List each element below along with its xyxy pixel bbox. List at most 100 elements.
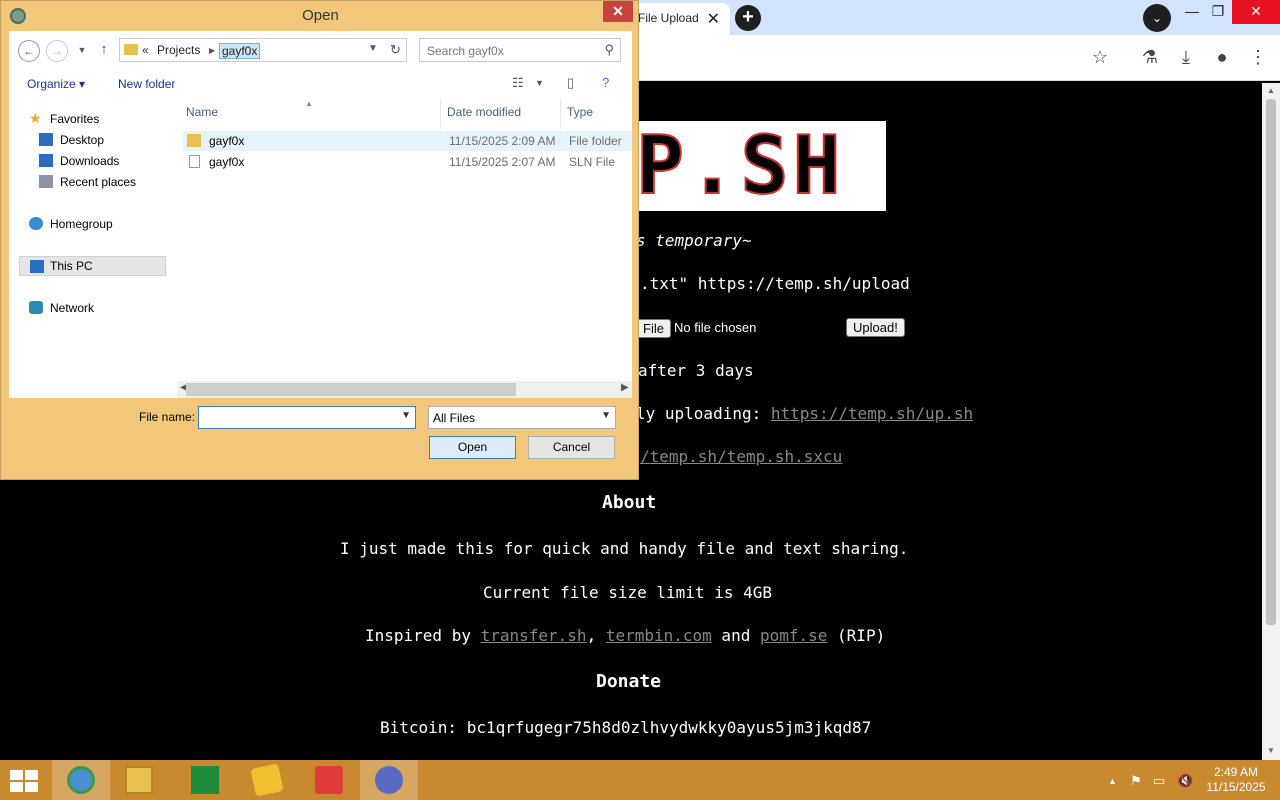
visual-studio-icon bbox=[375, 766, 403, 794]
star-icon: ★ bbox=[29, 110, 42, 126]
bookmark-star-icon[interactable]: ☆ bbox=[1089, 47, 1111, 68]
dialog-body: ← → ▼ ↑ « Projects ▶ gayf0x ▼ ↻ Search g… bbox=[9, 31, 632, 473]
view-dropdown-icon[interactable]: ▼ bbox=[535, 78, 544, 88]
sharex-link[interactable]: /temp.sh/temp.sh.sxcu bbox=[640, 447, 842, 466]
taskbar-app-yellow[interactable] bbox=[238, 760, 296, 800]
network-tray-icon[interactable]: ▭ bbox=[1153, 773, 1165, 789]
download-icon[interactable]: ⤓ bbox=[1175, 47, 1197, 68]
help-icon[interactable]: ? bbox=[602, 75, 609, 90]
tab-search-chevron-icon[interactable]: ⌄ bbox=[1143, 4, 1171, 32]
tray-overflow-icon[interactable]: ▲ bbox=[1108, 776, 1117, 786]
sidebar-label: Downloads bbox=[60, 154, 120, 168]
sidebar-item-downloads[interactable]: Downloads bbox=[9, 151, 177, 171]
scroll-right-icon[interactable]: ▶ bbox=[621, 382, 629, 393]
folder-icon bbox=[187, 134, 201, 147]
expiry-text: after 3 days bbox=[638, 361, 754, 380]
sidebar-item-recent-places[interactable]: Recent places bbox=[9, 172, 177, 192]
downloads-icon bbox=[39, 154, 53, 167]
cancel-button[interactable]: Cancel bbox=[528, 436, 615, 459]
forward-arrow-icon[interactable]: → bbox=[46, 40, 68, 62]
column-separator[interactable] bbox=[440, 99, 441, 129]
labs-flask-icon[interactable]: ⚗ bbox=[1139, 47, 1161, 68]
sidebar-item-this-pc[interactable]: This PC bbox=[19, 256, 166, 276]
column-header-name[interactable]: Name bbox=[186, 105, 218, 119]
command-bar: Organize ▾ New folder ☷ ▼ ▯ ? bbox=[9, 69, 632, 99]
choose-file-button[interactable]: File bbox=[636, 319, 671, 338]
page-scrollbar[interactable]: ▲ ▼ bbox=[1262, 83, 1280, 760]
view-details-icon[interactable]: ☷ bbox=[512, 75, 524, 91]
horizontal-scrollbar[interactable]: ◀ ▶ bbox=[177, 381, 632, 398]
search-icon[interactable]: ⚲ bbox=[604, 42, 614, 58]
sidebar-item-desktop[interactable]: Desktop bbox=[9, 130, 177, 150]
refresh-icon[interactable]: ↻ bbox=[390, 42, 401, 58]
recent-places-icon bbox=[39, 175, 53, 188]
transfer-link[interactable]: transfer.sh bbox=[481, 626, 587, 645]
volume-muted-icon[interactable]: 🔇 bbox=[1177, 773, 1193, 789]
sidebar-item-network[interactable]: Network bbox=[9, 298, 177, 318]
file-name-dropdown-icon[interactable]: ▼ bbox=[401, 410, 411, 421]
scroll-up-icon[interactable]: ▲ bbox=[1267, 86, 1275, 95]
up-arrow-icon[interactable]: ↑ bbox=[93, 40, 115, 62]
system-clock[interactable]: 2:49 AM 11/15/2025 bbox=[1200, 765, 1272, 795]
breadcrumb-projects[interactable]: Projects bbox=[157, 43, 200, 57]
taskbar-visual-studio[interactable] bbox=[360, 760, 418, 800]
upload-button[interactable]: Upload! bbox=[846, 318, 905, 337]
profile-icon[interactable]: ● bbox=[1211, 47, 1233, 68]
file-type: File folder bbox=[569, 134, 622, 148]
sidebar-item-homegroup[interactable]: Homegroup bbox=[9, 214, 177, 234]
horizontal-scroll-thumb[interactable] bbox=[186, 383, 516, 396]
column-header-type[interactable]: Type bbox=[567, 105, 593, 119]
file-explorer-icon bbox=[125, 766, 153, 794]
termbin-link[interactable]: termbin.com bbox=[606, 626, 712, 645]
preview-pane-icon[interactable]: ▯ bbox=[567, 75, 574, 91]
size-limit-text: Current file size limit is 4GB bbox=[483, 583, 772, 602]
new-tab-button[interactable]: + bbox=[735, 5, 761, 31]
menu-kebab-icon[interactable]: ⋮ bbox=[1247, 47, 1269, 68]
action-center-flag-icon[interactable]: ⚑ bbox=[1130, 773, 1142, 789]
open-button[interactable]: Open bbox=[429, 436, 516, 459]
pomf-link[interactable]: pomf.se bbox=[760, 626, 827, 645]
dialog-titlebar[interactable]: Open ✕ bbox=[1, 1, 638, 31]
tab-title: File Upload bbox=[638, 11, 699, 25]
address-bar[interactable]: « Projects ▶ gayf0x ▼ ↻ bbox=[119, 38, 407, 62]
about-heading: About bbox=[602, 492, 657, 513]
inspired-prefix: Inspired by bbox=[365, 626, 481, 645]
scroll-thumb[interactable] bbox=[1266, 99, 1276, 625]
windows-logo-icon bbox=[25, 770, 38, 780]
back-arrow-icon[interactable]: ← bbox=[18, 40, 40, 62]
recent-locations-chevron-icon[interactable]: ▼ bbox=[71, 40, 93, 62]
taskbar-chrome[interactable] bbox=[52, 760, 110, 800]
column-header-date[interactable]: Date modified bbox=[447, 105, 521, 119]
organize-button[interactable]: Organize ▾ bbox=[27, 77, 85, 91]
file-row[interactable]: gayf0x 11/15/2025 2:09 AM File folder bbox=[183, 131, 632, 151]
sidebar-label: Favorites bbox=[50, 112, 100, 126]
bitcoin-address: Bitcoin: bc1qrfugegr75h8d0zlhvydwkky0ayu… bbox=[380, 718, 872, 737]
taskbar-store[interactable] bbox=[176, 760, 234, 800]
file-name-input[interactable]: ▼ bbox=[198, 406, 416, 429]
dialog-close-icon[interactable]: ✕ bbox=[603, 1, 633, 22]
column-separator[interactable] bbox=[560, 99, 561, 129]
inspired-line: Inspired by transfer.sh, termbin.com and… bbox=[365, 626, 885, 645]
open-dialog: Open ✕ ← → ▼ ↑ « Projects ▶ gayf0x ▼ ↻ S… bbox=[0, 0, 639, 480]
browser-close-icon[interactable]: ✕ bbox=[1232, 0, 1280, 24]
taskbar-app-red[interactable] bbox=[300, 760, 358, 800]
breadcrumb-overflow[interactable]: « bbox=[142, 43, 149, 57]
file-date: 11/15/2025 2:07 AM bbox=[449, 155, 556, 169]
tab-close-icon[interactable]: ✕ bbox=[707, 9, 720, 29]
network-icon bbox=[29, 301, 43, 314]
script-link[interactable]: https://temp.sh/up.sh bbox=[771, 404, 973, 423]
start-button[interactable] bbox=[8, 770, 38, 792]
breadcrumb-current[interactable]: gayf0x bbox=[219, 43, 261, 59]
file-type-dropdown-icon[interactable]: ▼ bbox=[601, 410, 611, 421]
file-type-select[interactable]: All Files ▼ bbox=[428, 406, 616, 429]
restore-icon[interactable]: ❐ bbox=[1200, 0, 1236, 24]
site-logo: P.SH bbox=[635, 121, 886, 211]
search-box[interactable]: Search gayf0x ⚲ bbox=[419, 38, 621, 62]
taskbar-file-explorer[interactable] bbox=[110, 760, 168, 800]
scroll-down-icon[interactable]: ▼ bbox=[1267, 746, 1275, 755]
new-folder-button[interactable]: New folder bbox=[118, 77, 175, 91]
sidebar-label: Recent places bbox=[60, 175, 137, 189]
file-row[interactable]: gayf0x 11/15/2025 2:07 AM SLN File bbox=[183, 152, 632, 172]
address-dropdown-icon[interactable]: ▼ bbox=[368, 43, 378, 54]
sidebar-item-favorites[interactable]: ★ Favorites bbox=[9, 109, 177, 129]
